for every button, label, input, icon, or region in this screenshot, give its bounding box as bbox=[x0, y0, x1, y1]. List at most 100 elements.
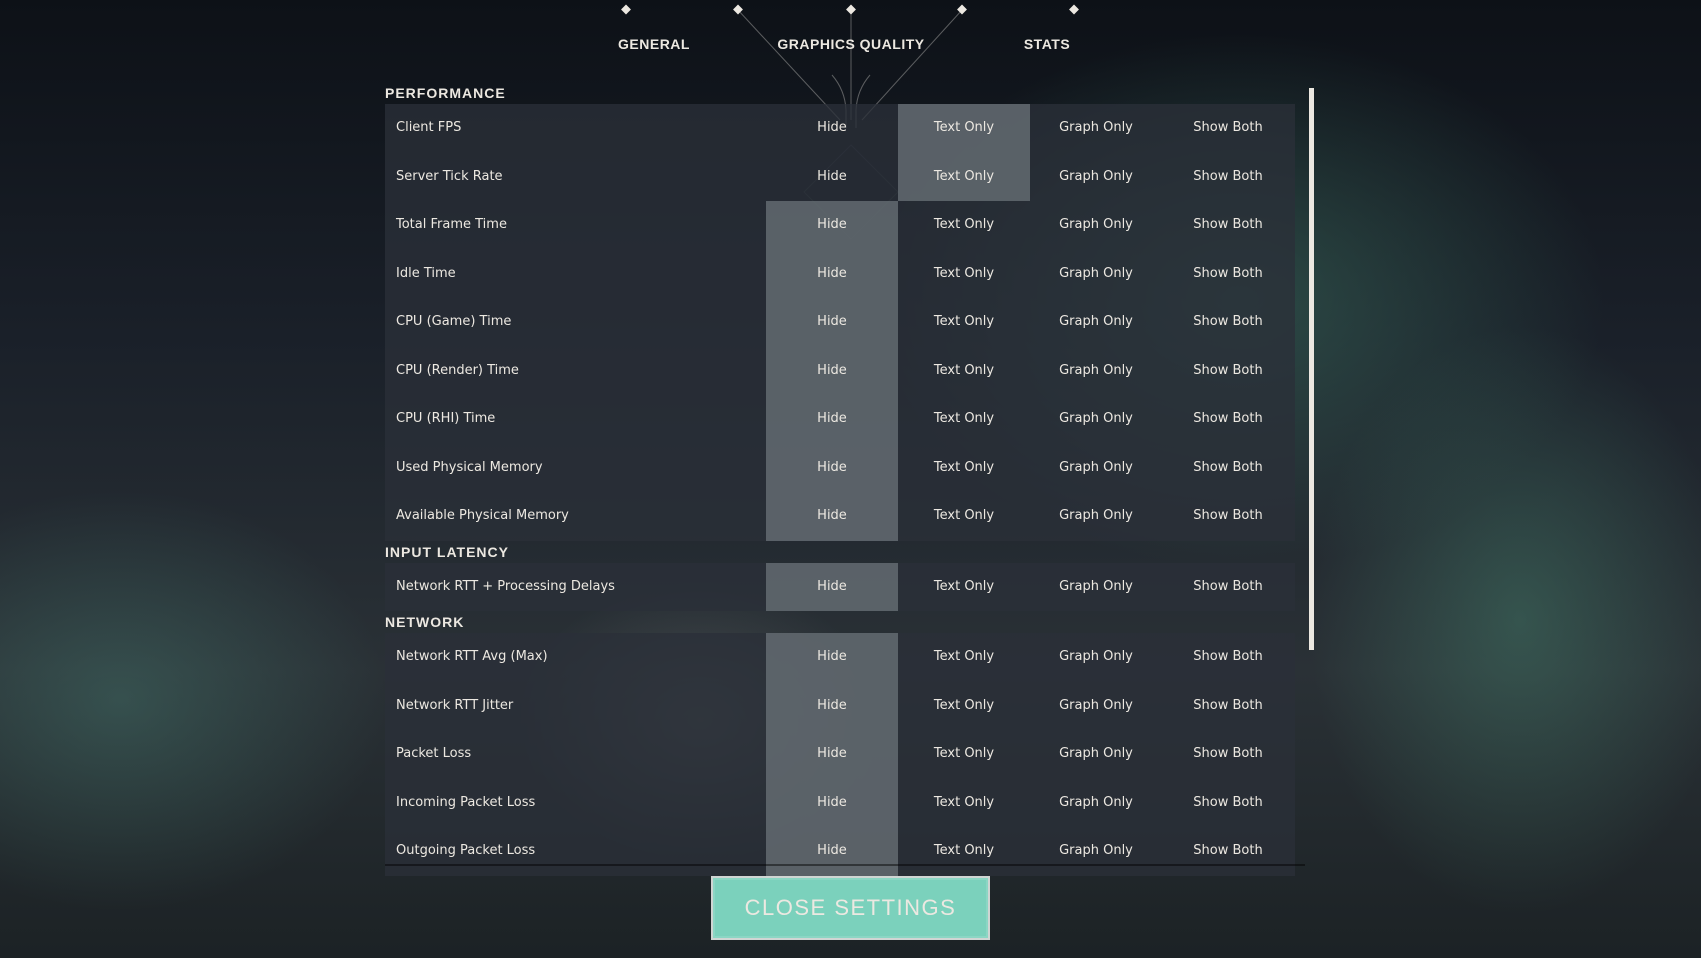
option-group: Hide Text Only Graph Only Show Both bbox=[766, 681, 1295, 731]
option-hide-button[interactable]: Hide bbox=[766, 633, 898, 682]
option-show-both-button[interactable]: Show Both bbox=[1162, 633, 1294, 682]
option-show-both-button[interactable]: Show Both bbox=[1162, 682, 1294, 731]
option-hide-button[interactable]: Hide bbox=[766, 153, 898, 202]
option-show-both-button[interactable]: Show Both bbox=[1162, 730, 1294, 779]
option-text-only-button[interactable]: Text Only bbox=[898, 827, 1030, 876]
setting-label: CPU (RHI) Time bbox=[396, 411, 496, 426]
option-hide-button[interactable]: Hide bbox=[766, 201, 898, 250]
section-title: NETWORK bbox=[385, 614, 465, 630]
option-group: Hide Text Only Graph Only Show Both bbox=[766, 395, 1295, 444]
option-show-both-button[interactable]: Show Both bbox=[1162, 779, 1294, 828]
option-hide-button[interactable]: Hide bbox=[766, 562, 898, 611]
option-hide-button[interactable]: Hide bbox=[766, 395, 898, 444]
option-text-only-button[interactable]: Text Only bbox=[898, 633, 1030, 682]
option-text-only-button[interactable]: Text Only bbox=[898, 152, 1030, 201]
setting-row: Network RTT Jitter Hide Text Only Graph Onl… bbox=[385, 681, 1295, 731]
settings-nav: GENERAL GRAPHICS QUALITY STATS bbox=[0, 0, 1701, 70]
option-text-only-button[interactable]: Text Only bbox=[898, 201, 1030, 250]
option-graph-only-button[interactable]: Graph Only bbox=[1030, 395, 1162, 444]
option-hide-button[interactable]: Hide bbox=[766, 492, 898, 541]
option-hide-button[interactable]: Hide bbox=[766, 104, 898, 153]
setting-row: CPU (Render) Time Hide Text Only Graph Only… bbox=[385, 346, 1295, 396]
option-group: Hide Text Only Graph Only Show Both bbox=[766, 201, 1295, 250]
option-text-only-button[interactable]: Text Only bbox=[898, 347, 1030, 396]
setting-row: Idle Time Hide Text Only Graph Only Show Bot… bbox=[385, 249, 1295, 299]
option-text-only-button[interactable]: Text Only bbox=[898, 104, 1030, 153]
option-text-only-button[interactable]: Text Only bbox=[898, 682, 1030, 731]
option-show-both-button[interactable]: Show Both bbox=[1162, 201, 1294, 250]
setting-row: Client FPS Hide Text Only Graph Only Show Bo… bbox=[385, 104, 1295, 153]
option-graph-only-button[interactable]: Graph Only bbox=[1030, 347, 1162, 396]
setting-row: Outgoing Packet Loss Hide Text Only Graph O… bbox=[385, 827, 1295, 876]
option-graph-only-button[interactable]: Graph Only bbox=[1030, 104, 1162, 153]
setting-row: Available Physical Memory Hide Text Only Gr… bbox=[385, 492, 1295, 541]
option-group: Hide Text Only Graph Only Show Both bbox=[766, 562, 1295, 612]
option-hide-button[interactable]: Hide bbox=[766, 681, 898, 730]
option-hide-button[interactable]: Hide bbox=[766, 443, 898, 492]
setting-label: Used Physical Memory bbox=[396, 459, 543, 475]
option-group: Hide Text Only Graph Only Show Both bbox=[766, 346, 1295, 396]
option-hide-button[interactable]: Hide bbox=[766, 346, 898, 395]
option-group: Hide Text Only Graph Only Show Both bbox=[766, 778, 1295, 828]
footer-divider bbox=[385, 864, 1305, 866]
setting-row: Network RTT Avg (Max) Hide Text Only Graph … bbox=[385, 633, 1295, 682]
option-hide-button[interactable]: Hide bbox=[766, 298, 898, 347]
stats-settings-panel: PERFORMANCE Client FPS Hide Text Only Graph … bbox=[385, 82, 1295, 876]
setting-row: Used Physical Memory Hide Text Only Graph O… bbox=[385, 443, 1295, 493]
section-title: PERFORMANCE bbox=[385, 85, 506, 101]
option-graph-only-button[interactable]: Graph Only bbox=[1030, 730, 1162, 779]
setting-label: Available Physical Memory bbox=[396, 508, 569, 523]
option-hide-button[interactable]: Hide bbox=[766, 827, 898, 876]
option-hide-button[interactable]: Hide bbox=[766, 730, 898, 779]
option-show-both-button[interactable]: Show Both bbox=[1162, 827, 1294, 876]
option-show-both-button[interactable]: Show Both bbox=[1162, 298, 1294, 347]
option-hide-button[interactable]: Hide bbox=[766, 778, 898, 827]
option-show-both-button[interactable]: Show Both bbox=[1162, 444, 1294, 493]
setting-label: Incoming Packet Loss bbox=[396, 794, 536, 810]
option-graph-only-button[interactable]: Graph Only bbox=[1030, 827, 1162, 876]
nav-marker-icon bbox=[957, 4, 967, 15]
option-text-only-button[interactable]: Text Only bbox=[898, 563, 1030, 612]
option-text-only-button[interactable]: Text Only bbox=[898, 395, 1030, 444]
option-text-only-button[interactable]: Text Only bbox=[898, 779, 1030, 828]
option-graph-only-button[interactable]: Graph Only bbox=[1030, 492, 1162, 541]
option-graph-only-button[interactable]: Graph Only bbox=[1030, 779, 1162, 828]
option-text-only-button[interactable]: Text Only bbox=[898, 298, 1030, 347]
option-graph-only-button[interactable]: Graph Only bbox=[1030, 682, 1162, 731]
option-hide-button[interactable]: Hide bbox=[766, 249, 898, 298]
tab-stats[interactable]: STATS bbox=[1024, 36, 1070, 52]
setting-label: Packet Loss bbox=[396, 746, 472, 761]
setting-label: CPU (Render) Time bbox=[396, 362, 519, 378]
option-show-both-button[interactable]: Show Both bbox=[1162, 395, 1294, 444]
option-text-only-button[interactable]: Text Only bbox=[898, 492, 1030, 541]
scrollbar[interactable] bbox=[1309, 88, 1314, 650]
option-show-both-button[interactable]: Show Both bbox=[1162, 492, 1294, 541]
option-graph-only-button[interactable]: Graph Only bbox=[1030, 444, 1162, 493]
option-show-both-button[interactable]: Show Both bbox=[1162, 153, 1294, 202]
setting-label: Total Frame Time bbox=[396, 217, 507, 232]
option-show-both-button[interactable]: Show Both bbox=[1162, 250, 1294, 299]
option-graph-only-button[interactable]: Graph Only bbox=[1030, 201, 1162, 250]
option-text-only-button[interactable]: Text Only bbox=[898, 250, 1030, 299]
option-show-both-button[interactable]: Show Both bbox=[1162, 104, 1294, 153]
option-show-both-button[interactable]: Show Both bbox=[1162, 563, 1294, 612]
setting-row: Packet Loss Hide Text Only Graph Only Show B… bbox=[385, 730, 1295, 779]
option-graph-only-button[interactable]: Graph Only bbox=[1030, 563, 1162, 612]
close-settings-button[interactable]: CLOSE SETTINGS bbox=[711, 876, 990, 940]
settings-group: Client FPS Hide Text Only Graph Only Show Bo… bbox=[385, 104, 1295, 541]
setting-row: Total Frame Time Hide Text Only Graph Only S… bbox=[385, 201, 1295, 250]
option-group: Hide Text Only Graph Only Show Both bbox=[766, 633, 1295, 682]
option-group: Hide Text Only Graph Only Show Both bbox=[766, 152, 1295, 202]
option-text-only-button[interactable]: Text Only bbox=[898, 444, 1030, 493]
option-text-only-button[interactable]: Text Only bbox=[898, 730, 1030, 779]
setting-row: CPU (RHI) Time Hide Text Only Graph Only Sho… bbox=[385, 395, 1295, 444]
option-group: Hide Text Only Graph Only Show Both bbox=[766, 443, 1295, 493]
option-graph-only-button[interactable]: Graph Only bbox=[1030, 633, 1162, 682]
tab-graphics-quality[interactable]: GRAPHICS QUALITY bbox=[777, 36, 924, 52]
tab-general[interactable]: GENERAL bbox=[618, 36, 690, 52]
option-graph-only-button[interactable]: Graph Only bbox=[1030, 153, 1162, 202]
setting-row: CPU (Game) Time Hide Text Only Graph Only Sh… bbox=[385, 298, 1295, 347]
option-show-both-button[interactable]: Show Both bbox=[1162, 347, 1294, 396]
option-graph-only-button[interactable]: Graph Only bbox=[1030, 250, 1162, 299]
option-graph-only-button[interactable]: Graph Only bbox=[1030, 298, 1162, 347]
